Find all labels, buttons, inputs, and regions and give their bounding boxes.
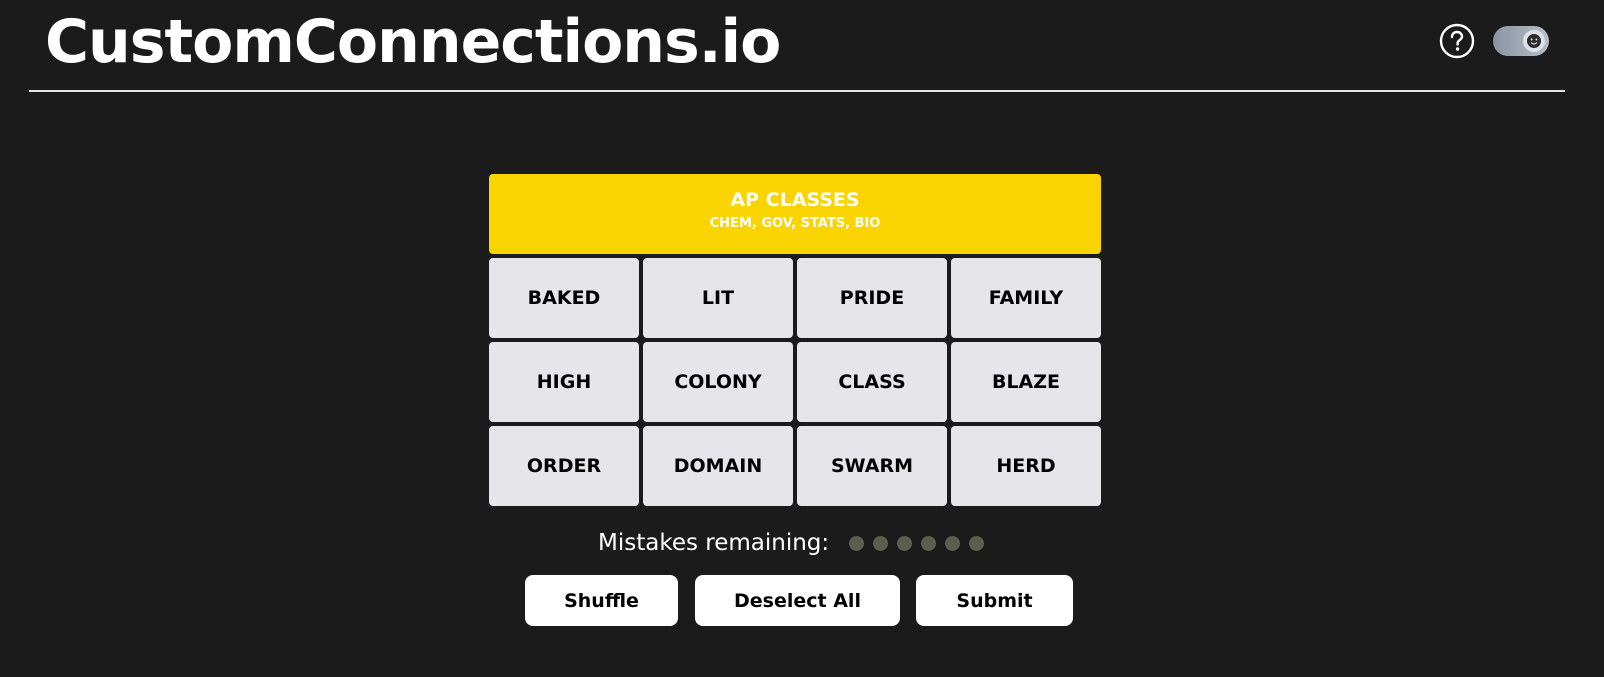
word-tile[interactable]: CLASS [797, 342, 947, 422]
word-tile[interactable]: HIGH [489, 342, 639, 422]
site-header: CustomConnections.io [29, 0, 1565, 92]
deselect-all-button[interactable]: Deselect All [695, 575, 900, 626]
smiley-face-icon [1523, 30, 1545, 52]
word-tile[interactable]: DOMAIN [643, 426, 793, 506]
word-tile[interactable]: ORDER [489, 426, 639, 506]
word-tile[interactable]: COLONY [643, 342, 793, 422]
word-tile[interactable]: HERD [951, 426, 1101, 506]
theme-toggle[interactable] [1493, 26, 1549, 56]
word-tile[interactable]: BAKED [489, 258, 639, 338]
submit-button[interactable]: Submit [916, 575, 1073, 626]
mistakes-label: Mistakes remaining: [598, 530, 830, 556]
word-tile[interactable]: LIT [643, 258, 793, 338]
solved-group-members: CHEM, GOV, STATS, BIO [709, 216, 881, 231]
word-tile[interactable]: FAMILY [951, 258, 1101, 338]
mistake-dot [849, 535, 865, 551]
mistake-dots [849, 535, 993, 551]
mistake-dot [969, 535, 985, 551]
mistake-dot [897, 535, 913, 551]
help-icon[interactable] [1439, 23, 1475, 59]
mistake-dot [945, 535, 961, 551]
solved-group-title: AP CLASSES [730, 189, 860, 211]
site-title[interactable]: CustomConnections.io [45, 2, 781, 82]
word-grid: BAKED LIT PRIDE FAMILY HIGH COLONY CLASS… [489, 258, 1101, 506]
word-tile[interactable]: SWARM [797, 426, 947, 506]
game-board: AP CLASSES CHEM, GOV, STATS, BIO BAKED L… [489, 174, 1101, 506]
mistake-dot [873, 535, 889, 551]
word-tile[interactable]: PRIDE [797, 258, 947, 338]
solved-group-yellow: AP CLASSES CHEM, GOV, STATS, BIO [489, 174, 1101, 254]
word-tile[interactable]: BLAZE [951, 342, 1101, 422]
mistake-dot [921, 535, 937, 551]
mistakes-remaining: Mistakes remaining: [598, 526, 993, 560]
page: CustomConnections.io AP CLASSES CHEM, GO… [0, 0, 1604, 677]
shuffle-button[interactable]: Shuffle [525, 575, 678, 626]
